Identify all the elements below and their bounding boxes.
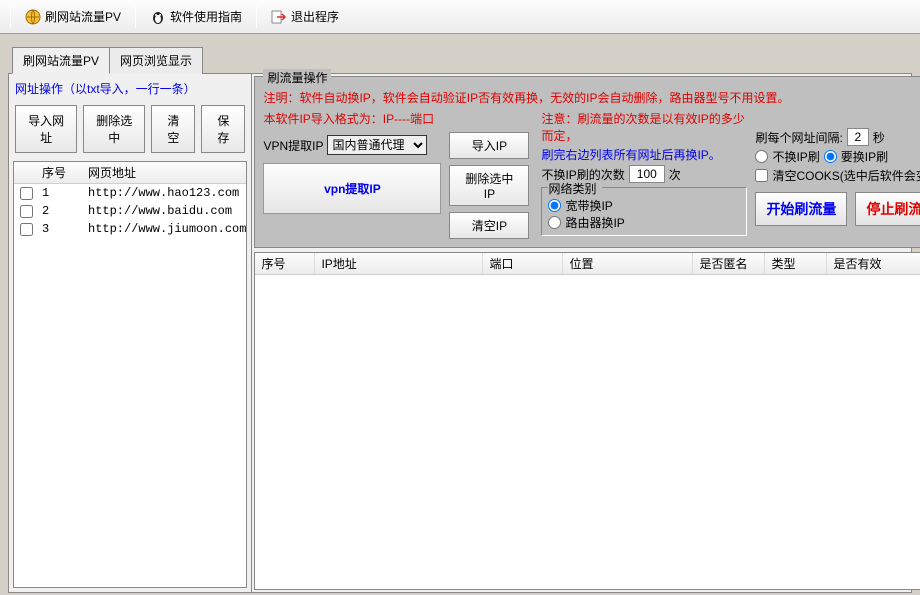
note-line-2: 本软件IP导入格式为：IP----端口	[263, 110, 441, 127]
radio-router[interactable]: 路由器换IP	[548, 214, 740, 231]
penguin-icon	[150, 9, 166, 25]
url-panel-title: 网址操作（以txt导入，一行一条）	[13, 78, 247, 101]
note-line-4: 刷完右边列表所有网址后再换IP。	[541, 146, 747, 163]
vpn-select[interactable]: 国内普通代理	[327, 135, 427, 155]
clear-url-button[interactable]: 清空	[151, 105, 195, 153]
note-line-3: 注意：刷流量的次数是以有效IP的多少而定，	[541, 110, 747, 144]
globe-icon	[25, 9, 41, 25]
list-item[interactable]: 2 http://www.baidu.com	[14, 202, 246, 220]
save-url-button[interactable]: 保存	[201, 105, 245, 153]
toolbar-exit-label: 退出程序	[291, 8, 339, 25]
import-url-button[interactable]: 导入网址	[15, 105, 77, 153]
ip-col-seq[interactable]: 序号	[255, 253, 315, 274]
ops-title: 刷流量操作	[263, 69, 331, 86]
radio-broadband[interactable]: 宽带换IP	[548, 197, 740, 214]
top-toolbar: 刷网站流量PV 软件使用指南 退出程序	[0, 0, 920, 34]
vpn-extract-button[interactable]: vpn提取IP	[263, 163, 441, 214]
interval-label: 刷每个网址间隔:	[755, 129, 842, 146]
toolbar-guide-label: 软件使用指南	[170, 8, 242, 25]
url-col-url[interactable]: 网页地址	[84, 164, 246, 181]
note-line-1: 注明：软件自动换IP，软件会自动验证IP否有效再换，无效的IP会自动删除，路由器…	[263, 89, 920, 106]
tab-bar: 刷网站流量PV 网页浏览显示	[0, 34, 920, 73]
start-brush-button[interactable]: 开始刷流量	[755, 192, 847, 226]
toolbar-exit[interactable]: 退出程序	[265, 5, 345, 28]
radio-change-ip[interactable]: 要换IP刷	[824, 148, 888, 165]
vpn-label: VPN提取IP	[263, 137, 323, 154]
toolbar-refresh-pv[interactable]: 刷网站流量PV	[19, 5, 127, 28]
url-panel: 网址操作（以txt导入，一行一条） 导入网址 删除选中 清空 保存 序号 网页地…	[9, 74, 252, 592]
ip-col-ip[interactable]: IP地址	[315, 253, 483, 274]
network-type-group: 网络类别 宽带换IP 路由器换IP	[541, 187, 747, 236]
ip-col-type[interactable]: 类型	[765, 253, 827, 274]
radio-nochange-ip[interactable]: 不换IP刷	[755, 148, 819, 165]
delete-ip-button[interactable]: 删除选中IP	[449, 165, 529, 206]
tab-preview[interactable]: 网页浏览显示	[109, 47, 203, 74]
ip-col-loc[interactable]: 位置	[563, 253, 693, 274]
url-check-1[interactable]	[20, 187, 33, 200]
clear-ip-button[interactable]: 清空IP	[449, 212, 529, 239]
ip-col-valid[interactable]: 是否有效	[827, 253, 920, 274]
exit-icon	[271, 9, 287, 25]
list-item[interactable]: 1 http://www.hao123.com	[14, 184, 246, 202]
checkbox-clear-cooks[interactable]: 清空COOKS(选中后软件会变慢)	[755, 167, 920, 184]
toolbar-refresh-pv-label: 刷网站流量PV	[45, 8, 121, 25]
count-input[interactable]	[629, 165, 665, 183]
ip-col-anon[interactable]: 是否匿名	[693, 253, 765, 274]
right-panel: 刷流量操作 注明：软件自动换IP，软件会自动验证IP否有效再换，无效的IP会自动…	[252, 74, 920, 592]
list-item[interactable]: 3 http://www.jiumoon.com	[14, 220, 246, 238]
ip-table: 序号 IP地址 端口 位置 是否匿名 类型 是否有效	[254, 252, 920, 590]
brush-ops-group: 刷流量操作 注明：软件自动换IP，软件会自动验证IP否有效再换，无效的IP会自动…	[254, 76, 920, 248]
url-list: 序号 网页地址 1 http://www.hao123.com 2 http:/…	[13, 161, 247, 588]
delete-url-button[interactable]: 删除选中	[83, 105, 145, 153]
import-ip-button[interactable]: 导入IP	[449, 132, 529, 159]
ip-col-port[interactable]: 端口	[483, 253, 563, 274]
toolbar-guide[interactable]: 软件使用指南	[144, 5, 248, 28]
interval-input[interactable]	[847, 128, 869, 146]
stop-brush-button[interactable]: 停止刷流量	[855, 192, 920, 226]
url-check-2[interactable]	[20, 205, 33, 218]
tab-brush-pv[interactable]: 刷网站流量PV	[12, 47, 110, 74]
url-col-seq[interactable]: 序号	[38, 164, 84, 181]
url-check-3[interactable]	[20, 223, 33, 236]
